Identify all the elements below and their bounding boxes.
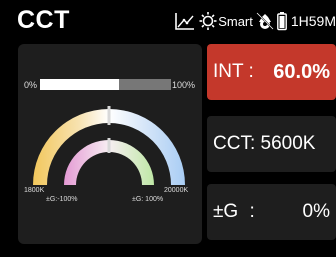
intensity-max-label: 100% bbox=[172, 80, 196, 90]
battery-icon bbox=[276, 11, 287, 31]
intensity-slider[interactable] bbox=[40, 79, 171, 90]
cct-arc-knob[interactable] bbox=[107, 106, 111, 125]
status-bar: Smart 1H59M bbox=[174, 11, 336, 31]
g-label: ±G : bbox=[213, 201, 255, 222]
gear-icon bbox=[256, 11, 274, 31]
smart-sun-icon bbox=[199, 11, 217, 31]
cct-max-label: 20000K bbox=[164, 187, 189, 194]
page-title: CCT bbox=[17, 6, 70, 34]
g-card[interactable]: ±G : 0% bbox=[207, 184, 336, 240]
cct-card[interactable]: CCT: 5600K bbox=[207, 116, 336, 172]
g-min-label: ±G:-100% bbox=[46, 196, 78, 203]
int-label: INT : bbox=[213, 61, 254, 82]
g-arc-knob[interactable] bbox=[107, 138, 111, 153]
control-panel: 0% 100% 1800K ±G:-100% ±G: 100% 20000K bbox=[18, 44, 202, 244]
top-bar: CCT Smart 1H59M bbox=[0, 0, 336, 38]
intensity-fill bbox=[40, 79, 119, 90]
cct-min-label: 1800K bbox=[24, 187, 45, 194]
chart-icon bbox=[174, 11, 196, 31]
battery-remaining: 1H59M bbox=[290, 13, 336, 29]
smart-label: Smart bbox=[218, 13, 253, 29]
intensity-min-label: 0% bbox=[24, 80, 38, 90]
g-max-label: ±G: 100% bbox=[132, 196, 164, 203]
g-value: 0% bbox=[302, 201, 330, 222]
arc-controls bbox=[33, 106, 185, 185]
cct-value: CCT: 5600K bbox=[213, 133, 316, 154]
int-value: 60.0% bbox=[273, 60, 330, 83]
int-card[interactable]: INT : 60.0% bbox=[207, 44, 336, 100]
